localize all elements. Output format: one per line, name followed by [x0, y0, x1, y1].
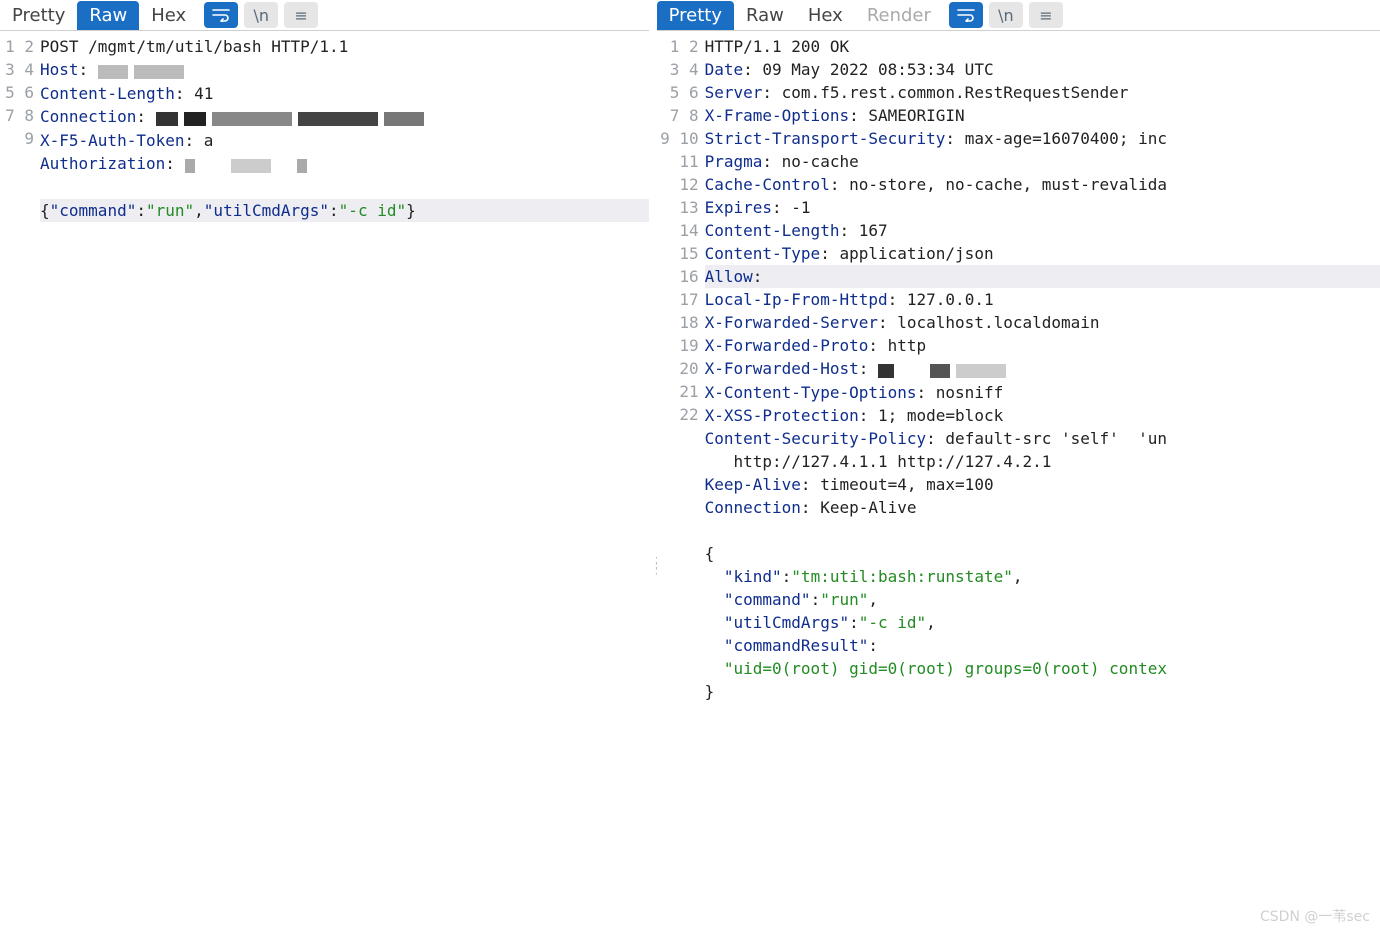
newline-button[interactable]: \n — [989, 2, 1023, 28]
response-toolbar: Pretty Raw Hex Render \n ≡ — [657, 0, 1380, 30]
redacted-auth — [185, 153, 313, 176]
request-toolbar: Pretty Raw Hex \n ≡ — [0, 0, 649, 30]
response-pane: Pretty Raw Hex Render \n ≡ 1 2 3 4 5 6 7… — [657, 0, 1380, 932]
response-code[interactable]: HTTP/1.1 200 OK Date: 09 May 2022 08:53:… — [705, 31, 1380, 932]
hamburger-icon: ≡ — [295, 6, 308, 25]
response-gutter: 1 2 3 4 5 6 7 8 9 10 11 12 13 14 15 16 1… — [657, 31, 705, 932]
tab-pretty[interactable]: Pretty — [657, 1, 734, 30]
tab-raw[interactable]: Raw — [77, 1, 139, 30]
watermark: CSDN @一苇sec — [1260, 906, 1370, 926]
redacted-host — [98, 59, 190, 82]
menu-button[interactable]: ≡ — [1029, 2, 1063, 28]
redacted-fwd-host — [878, 358, 1012, 381]
newline-button[interactable]: \n — [244, 2, 278, 28]
tab-pretty[interactable]: Pretty — [0, 1, 77, 30]
wrap-button[interactable] — [949, 2, 983, 28]
hamburger-icon: ≡ — [1039, 6, 1052, 25]
tab-raw[interactable]: Raw — [734, 1, 796, 30]
request-code[interactable]: POST /mgmt/tm/util/bash HTTP/1.1 Host: C… — [40, 31, 649, 932]
tab-hex[interactable]: Hex — [796, 1, 855, 30]
response-editor[interactable]: 1 2 3 4 5 6 7 8 9 10 11 12 13 14 15 16 1… — [657, 30, 1380, 932]
menu-button[interactable]: ≡ — [284, 2, 318, 28]
tab-render[interactable]: Render — [855, 1, 943, 30]
request-gutter: 1 2 3 4 5 6 7 8 9 — [0, 31, 40, 932]
tab-hex[interactable]: Hex — [139, 1, 198, 30]
request-pane: Pretty Raw Hex \n ≡ 1 2 3 4 5 6 7 8 9 PO… — [0, 0, 649, 932]
split-divider[interactable]: ⋮⋮ — [649, 0, 657, 932]
request-editor[interactable]: 1 2 3 4 5 6 7 8 9 POST /mgmt/tm/util/bas… — [0, 30, 649, 932]
wrap-button[interactable] — [204, 2, 238, 28]
redacted-conn — [156, 106, 430, 129]
